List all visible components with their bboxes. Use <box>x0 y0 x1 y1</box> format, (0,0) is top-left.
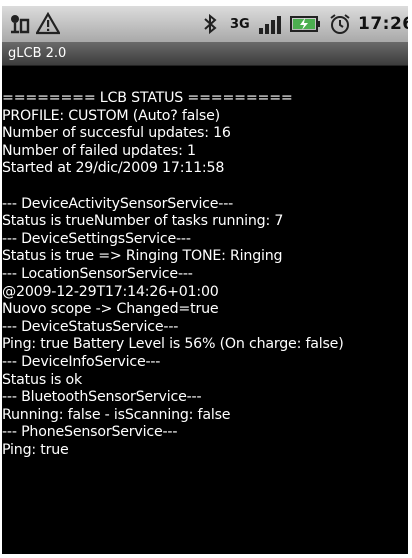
log-line: --- DeviceActivitySensorService--- <box>2 195 234 212</box>
status-bar: 3G 17:2 <box>2 6 408 42</box>
log-line: ======== LCB STATUS ========= <box>2 90 293 106</box>
log-line: @2009-12-29T17:14:26+01:00 <box>2 283 219 300</box>
alarm-icon <box>328 6 352 42</box>
log-line: --- DeviceInfoService--- <box>2 353 161 370</box>
log-line: --- DeviceSettingsService--- <box>2 230 191 247</box>
network-3g-icon: 3G <box>230 6 250 42</box>
network-label: 3G <box>230 16 250 32</box>
app-title-bar: gLCB 2.0 <box>2 42 408 66</box>
battery-charging-icon <box>290 6 322 42</box>
warning-icon <box>36 6 60 42</box>
app-title: gLCB 2.0 <box>8 46 67 61</box>
log-line: Nuovo scope -> Changed=true <box>2 301 219 318</box>
bluetooth-icon <box>202 6 218 42</box>
log-line: Number of failed updates: 1 <box>2 142 196 159</box>
log-line: PROFILE: CUSTOM (Auto? false) <box>2 107 220 124</box>
log-line: Ping: true <box>2 441 69 458</box>
log-line: --- DeviceStatusService--- <box>2 318 179 335</box>
clock-time: 17:26 <box>358 14 408 34</box>
phone-screen: 3G 17:2 gLCB 2.0 ======== LCB STATUS ===… <box>2 6 408 554</box>
log-line: Number of succesful updates: 16 <box>2 125 231 142</box>
log-line: Running: false - isScanning: false <box>2 406 231 423</box>
log-line: Status is ok <box>2 371 83 388</box>
usb-icon <box>8 6 32 42</box>
signal-icon <box>258 6 284 42</box>
log-line: --- PhoneSensorService--- <box>2 424 178 441</box>
log-line: Started at 29/dic/2009 17:11:58 <box>2 160 225 177</box>
log-line: Status is true => Ringing TONE: Ringing <box>2 248 283 265</box>
log-line: Ping: true Battery Level is 56% (On char… <box>2 336 344 353</box>
status-log: ======== LCB STATUS ========= PROFILE: C… <box>2 90 408 550</box>
log-line: --- BluetoothSensorService--- <box>2 389 202 406</box>
log-line: --- LocationSensorService--- <box>2 265 193 282</box>
log-line: Status is trueNumber of tasks running: 7 <box>2 213 284 230</box>
